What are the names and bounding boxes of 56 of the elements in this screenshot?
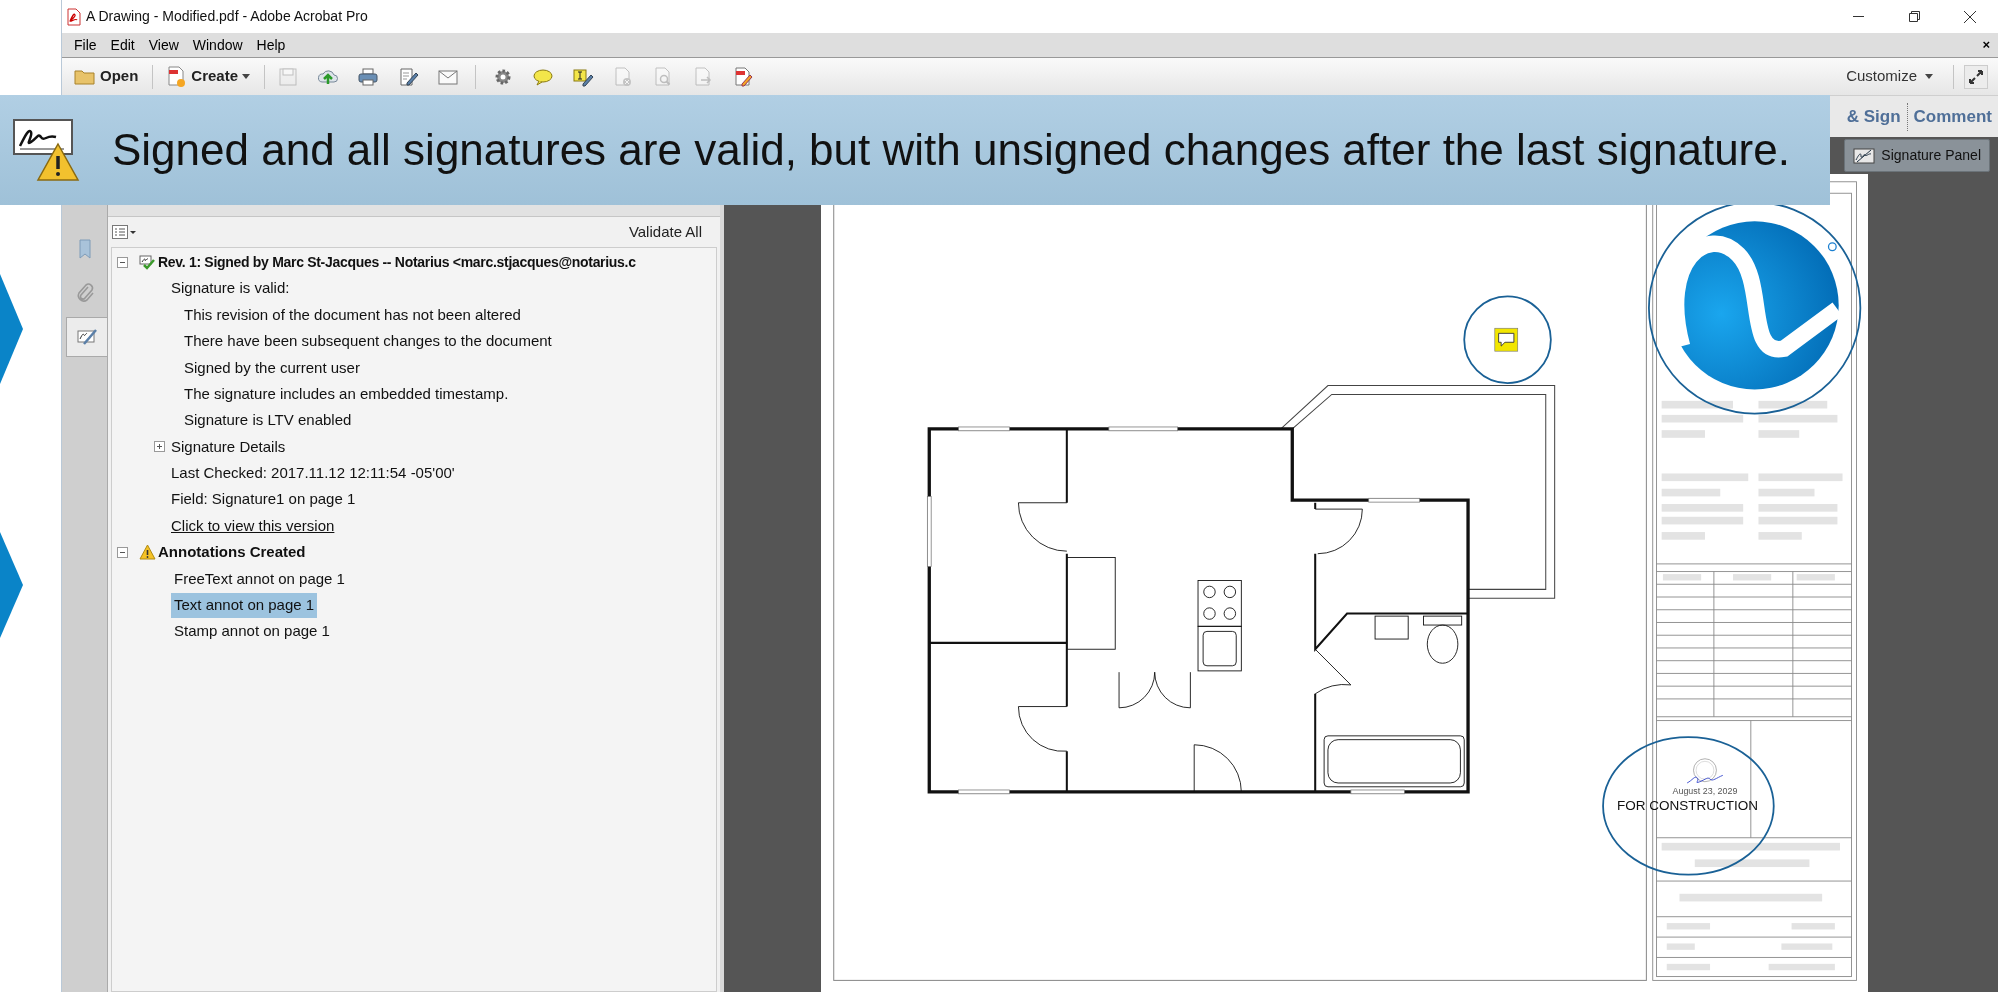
signature-details-item[interactable]: Signature Details (171, 435, 286, 459)
folder-icon (74, 67, 96, 86)
annotation-item[interactable]: FreeText annot on page 1 (171, 566, 348, 592)
save-icon (277, 65, 300, 88)
menu-item[interactable]: File (70, 34, 101, 56)
annotation-item[interactable]: Text annot on page 1 (171, 593, 318, 618)
task-tab[interactable]: Comment (1913, 103, 1992, 130)
note-icon[interactable] (1494, 327, 1519, 352)
stamp-seal-drawing (1686, 758, 1724, 784)
collapse-toggle[interactable] (117, 547, 128, 558)
status-text: Signature is LTV enabled (184, 410, 352, 431)
list-icon (112, 225, 136, 239)
options-button[interactable] (112, 225, 136, 239)
customize-button[interactable]: Customize (1846, 65, 1933, 88)
status-text: This revision of the document has not been altered (184, 304, 521, 325)
validate-all-button[interactable]: Validate All (628, 220, 702, 244)
menu-item[interactable]: Help (252, 34, 290, 56)
stamp-date: August 23, 2029 (1672, 786, 1738, 797)
annotation-item[interactable]: Stamp annot on page 1 (171, 619, 333, 644)
annotations-heading[interactable]: Annotations Created (158, 541, 306, 564)
view-version-link[interactable]: Click to view this version (171, 514, 335, 538)
signature-icon (1853, 147, 1876, 164)
status-text: Last Checked: 2017.11.12 12:11:54 -05'00' (171, 463, 455, 484)
close-document-button[interactable]: × (1982, 35, 1990, 55)
restore-icon (1908, 11, 1920, 22)
window-title: A Drawing - Modified.pdf - Adobe Acrobat Pro (86, 7, 368, 26)
menu-item[interactable]: Window (188, 34, 247, 56)
document-icon (167, 65, 188, 88)
create-button[interactable]: Create (163, 61, 255, 92)
expand-icon (1968, 68, 1984, 85)
full-screen-button[interactable] (1964, 64, 1988, 89)
task-tab[interactable]: & Sign (1846, 103, 1901, 130)
stamp-caption: FOR CONSTRUCTION (1617, 797, 1759, 813)
pdf-file-icon (66, 7, 82, 26)
collapse-toggle[interactable] (117, 256, 128, 268)
printer-icon (357, 65, 380, 88)
status-text: The signature includes an embedded timestamp. (184, 383, 509, 404)
caret-icon (1925, 74, 1933, 79)
menu-item[interactable]: View (144, 34, 183, 56)
status-text: Signed by the current user (184, 357, 360, 378)
signature-entry[interactable]: Rev. 1: Signed by Marc St-Jacques -- Notarius <marc.stjacques@notarius.c (158, 251, 636, 273)
status-text: Field: Signature1 on page 1 (171, 489, 356, 510)
status-text: Signature is valid: (171, 278, 290, 299)
menu-item[interactable]: Edit (106, 34, 139, 56)
signature-panel-button[interactable]: Signature Panel (1844, 139, 1990, 172)
expand-toggle[interactable] (154, 441, 165, 453)
close-icon (1964, 10, 1976, 23)
warning-icon (139, 544, 156, 561)
panel-tab[interactable] (66, 317, 107, 357)
status-message: Signed and all signatures are valid, but with unsigned changes after the last signature. (112, 124, 1790, 176)
status-text: There have been subsequent changes to the document (184, 331, 552, 352)
document-edit-icon (732, 65, 755, 88)
edit-document-icon (397, 65, 420, 88)
open-button[interactable]: Open (70, 61, 143, 92)
caret-icon (242, 74, 251, 79)
signature-valid-icon (139, 254, 156, 271)
